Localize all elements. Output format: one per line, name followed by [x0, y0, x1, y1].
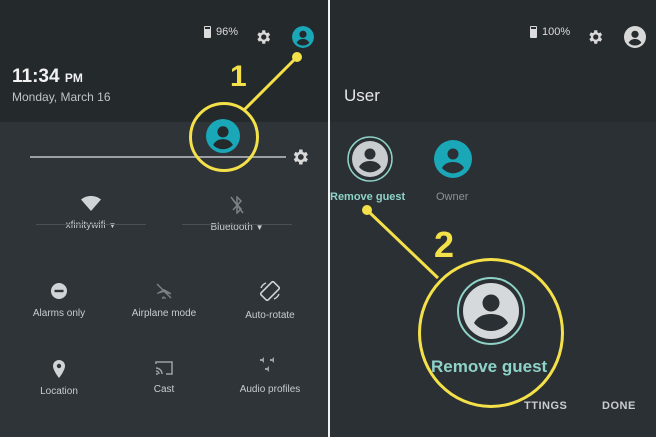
tile-divider — [182, 224, 292, 225]
do-not-disturb-icon — [51, 283, 67, 299]
wifi-icon — [81, 196, 101, 211]
tile-location[interactable]: Location — [20, 360, 98, 397]
callout-number-1: 1 — [230, 60, 247, 93]
tile-cast[interactable]: Cast — [124, 360, 204, 395]
tile-label: Audio profiles — [239, 384, 301, 395]
tile-label: Cast — [153, 384, 175, 395]
tile-label: xfinitywifi — [65, 220, 106, 231]
callout-number-2: 2 — [434, 224, 455, 265]
quick-settings-panel: 96% 11:34 PM Monday, March 16 xfinitywif… — [0, 0, 328, 437]
tile-alarms-only[interactable]: Alarms only — [20, 282, 98, 319]
audio-profiles-icon — [260, 357, 274, 372]
airplane-off-icon — [156, 283, 172, 299]
auto-rotate-icon — [259, 280, 281, 302]
tile-label: Alarms only — [32, 308, 86, 319]
tile-auto-rotate[interactable]: Auto-rotate — [232, 280, 308, 321]
bluetooth-off-icon — [230, 196, 244, 214]
location-pin-icon — [53, 360, 65, 378]
tile-label: Location — [40, 386, 78, 397]
callout-arrow-1 — [242, 52, 302, 112]
guest-user-zoom-icon — [457, 277, 525, 345]
tile-label: Auto-rotate — [245, 310, 295, 321]
tile-label: Airplane mode — [131, 308, 197, 319]
cast-icon — [155, 361, 173, 375]
tile-audio-profiles[interactable]: Audio profiles — [232, 356, 308, 395]
tile-divider — [36, 224, 146, 225]
tile-airplane-mode[interactable]: Airplane mode — [124, 282, 204, 319]
dropdown-caret-icon: ▼ — [108, 221, 117, 230]
zoom-label-remove-guest: Remove guest — [431, 357, 548, 376]
user-dialog-panel: 100% User Remove guest Owner TTINGS DONE… — [330, 0, 656, 437]
tile-wifi[interactable]: xfinitywifi ▼ — [40, 196, 142, 231]
tile-bluetooth[interactable]: Bluetooth ▼ — [186, 196, 288, 233]
